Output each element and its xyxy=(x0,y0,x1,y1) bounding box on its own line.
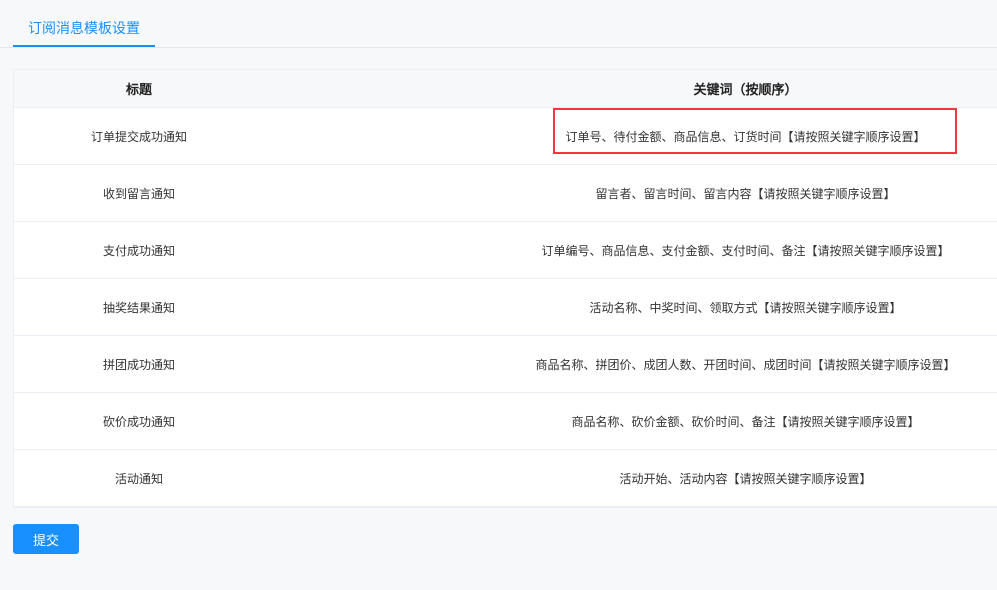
row-keywords-cell: 订单号、待付金额、商品信息、订货时间【请按照关键字顺序设置】 xyxy=(264,107,997,154)
row-keywords: 留言者、留言时间、留言内容【请按照关键字顺序设置】 xyxy=(595,186,896,201)
row-title: 订单提交成功通知 xyxy=(90,129,187,144)
row-title: 抽奖结果通知 xyxy=(102,300,175,315)
table-row: 支付成功通知 订单编号、商品信息、支付金额、支付时间、备注【请按照关键字顺序设置… xyxy=(14,222,997,279)
tab-subscription-template-settings[interactable]: 订阅消息模板设置 xyxy=(13,0,155,47)
table-row: 抽奖结果通知 活动名称、中奖时间、领取方式【请按照关键字顺序设置】 xyxy=(14,279,997,336)
table-row: 砍价成功通知 商品名称、砍价金额、砍价时间、备注【请按照关键字顺序设置】 xyxy=(14,393,997,450)
table-row: 收到留言通知 留言者、留言时间、留言内容【请按照关键字顺序设置】 xyxy=(14,165,997,222)
table-row: 活动通知 活动开始、活动内容【请按照关键字顺序设置】 xyxy=(14,450,997,507)
row-title: 支付成功通知 xyxy=(102,243,175,258)
row-title: 收到留言通知 xyxy=(102,186,175,201)
row-keywords: 商品名称、砍价金额、砍价时间、备注【请按照关键字顺序设置】 xyxy=(571,414,920,429)
template-table: 标题 关键词（按顺序） 订单提交成功通知 订单号、待付金额、商品信息、订货时间【… xyxy=(13,69,997,508)
row-title: 活动通知 xyxy=(114,471,163,486)
row-keywords: 商品名称、拼团价、成团人数、开团时间、成团时间【请按照关键字顺序设置】 xyxy=(535,357,956,372)
header-keywords: 关键词（按顺序） xyxy=(693,83,798,98)
table-header: 标题 关键词（按顺序） xyxy=(14,70,997,108)
row-keywords: 订单编号、商品信息、支付金额、支付时间、备注【请按照关键字顺序设置】 xyxy=(541,243,950,258)
row-title: 砍价成功通知 xyxy=(102,414,175,429)
row-title: 拼团成功通知 xyxy=(102,357,175,372)
row-keywords: 活动开始、活动内容【请按照关键字顺序设置】 xyxy=(619,471,872,486)
table-row: 订单提交成功通知 订单号、待付金额、商品信息、订货时间【请按照关键字顺序设置】 xyxy=(14,107,997,165)
row-keywords: 活动名称、中奖时间、领取方式【请按照关键字顺序设置】 xyxy=(589,300,902,315)
highlight-box xyxy=(553,107,957,154)
header-title: 标题 xyxy=(125,83,152,98)
submit-button[interactable]: 提交 xyxy=(13,524,79,554)
tab-bar: 订阅消息模板设置 xyxy=(0,0,997,48)
table-row: 拼团成功通知 商品名称、拼团价、成团人数、开团时间、成团时间【请按照关键字顺序设… xyxy=(14,336,997,393)
